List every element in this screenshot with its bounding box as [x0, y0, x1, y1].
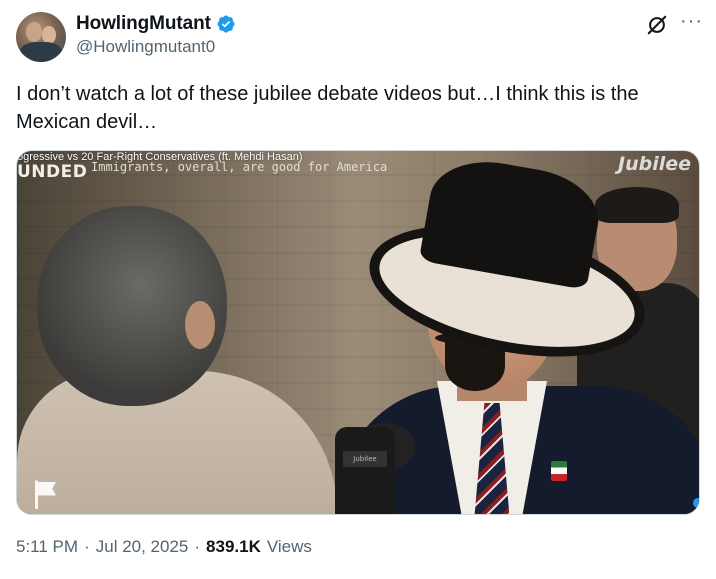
foreground-person — [17, 206, 347, 514]
views-count: 839.1K — [206, 537, 261, 556]
tweet-meta: 5:11 PM · Jul 20, 2025 · 839.1K Views — [16, 537, 312, 557]
video-subtitle-overlay: Immigrants, overall, are good for Americ… — [91, 160, 388, 174]
slashed-circle-icon[interactable] — [646, 14, 668, 36]
tweet-text: I don’t watch a lot of these jubilee deb… — [16, 83, 639, 133]
meta-separator: · — [194, 537, 201, 556]
tweet-card: HowlingMutant @Howlingmutant0 ··· I don’… — [0, 0, 716, 579]
video-brand-overlay: UNDED — [17, 162, 88, 182]
media-indicator-dot — [693, 498, 699, 508]
meta-separator: · — [84, 537, 90, 556]
verified-badge-icon — [217, 15, 235, 33]
lapel-pin — [551, 461, 567, 481]
author-handle[interactable]: @Howlingmutant0 — [76, 37, 215, 57]
avatar-body — [20, 42, 62, 62]
report-flag-icon[interactable] — [29, 476, 65, 512]
author-name-row: HowlingMutant — [76, 13, 236, 35]
avatar-face — [26, 22, 42, 42]
more-dots-icon[interactable]: ··· — [680, 10, 703, 32]
tweet-time[interactable]: 5:11 PM — [16, 537, 78, 557]
tweet-media-video[interactable]: Jubilee ogressive vs 20 Far-Right Conser… — [16, 150, 700, 515]
author-display-name[interactable]: HowlingMutant — [76, 13, 211, 35]
microphone-handle: Jubilee — [335, 427, 395, 514]
tweet-date[interactable]: Jul 20, 2025 — [96, 537, 189, 557]
views-label: Views — [266, 537, 312, 556]
jubilee-watermark: Jubilee — [618, 153, 691, 175]
author-avatar[interactable] — [16, 12, 66, 62]
microphone-label: Jubilee — [343, 451, 387, 467]
